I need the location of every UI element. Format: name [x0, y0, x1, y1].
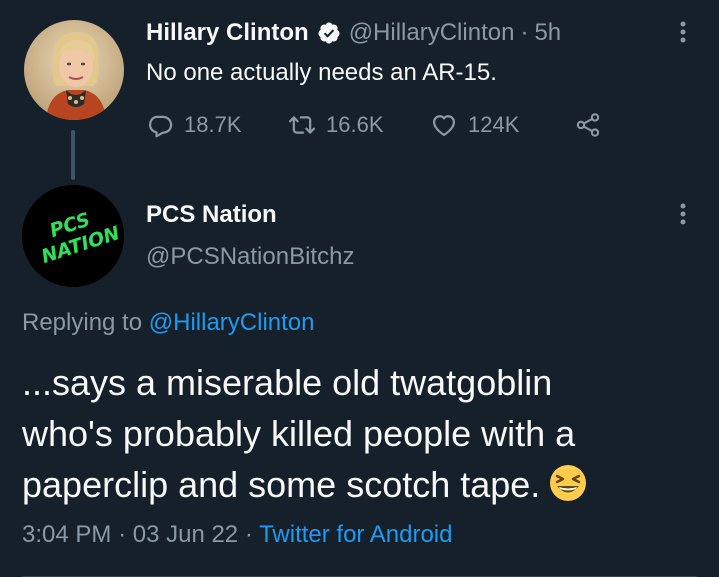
reply-more-dots-icon[interactable]	[671, 199, 695, 229]
like-button[interactable]: 124K	[430, 111, 574, 139]
meta-separator: ·	[118, 521, 127, 548]
meta-separator: ·	[244, 521, 253, 548]
header-separator: ·	[520, 19, 529, 46]
tweet-thread: Hillary Clinton @HillaryClinton · 5h No …	[0, 0, 719, 577]
replying-to-mention-link[interactable]: @HillaryClinton	[149, 309, 315, 336]
reply-button[interactable]: 18.7K	[146, 111, 288, 139]
reply-date[interactable]: 03 Jun 22	[133, 521, 238, 548]
original-handle[interactable]: @HillaryClinton	[349, 16, 515, 50]
share-button[interactable]	[574, 111, 602, 139]
reply-text-line: who's probably killed people with a	[22, 413, 576, 454]
reply-author-handle[interactable]: @PCSNationBitchz	[146, 240, 354, 274]
thread-connector-line	[71, 130, 75, 180]
pcs-nation-logo: PCS NATION	[22, 185, 124, 287]
original-tweet-header: Hillary Clinton @HillaryClinton · 5h	[146, 16, 561, 50]
avatar-portrait-image	[24, 20, 124, 120]
like-count: 124K	[468, 112, 520, 137]
replying-to-label: Replying to	[22, 309, 143, 336]
original-tweet-text: No one actually needs an AR-15.	[146, 59, 497, 86]
original-more-dots-icon[interactable]	[671, 17, 695, 47]
reply-count: 18.7K	[184, 112, 242, 137]
reply-text-line-last: paperclip and some scotch tape.	[22, 459, 702, 510]
retweet-count: 16.6K	[326, 112, 384, 137]
heart-icon	[432, 115, 456, 137]
verified-badge-icon	[317, 21, 341, 45]
reply-tweet-text: ...says a miserable old twatgoblin who's…	[22, 357, 702, 510]
reply-text-line: paperclip and some scotch tape.	[22, 464, 541, 505]
retweet-icon	[288, 116, 316, 134]
hillary-avatar[interactable]	[24, 20, 124, 120]
original-timestamp[interactable]: 5h	[534, 16, 561, 50]
tweet-source-link[interactable]: Twitter for Android	[259, 521, 452, 548]
retweet-button[interactable]: 16.6K	[288, 111, 430, 139]
share-icon	[576, 113, 600, 137]
reply-meta: 3:04 PM · 03 Jun 22 · Twitter for Androi…	[22, 518, 452, 552]
reply-time[interactable]: 3:04 PM	[22, 521, 111, 548]
original-action-bar: 18.7K 16.6K 124K	[146, 108, 602, 142]
original-author-name[interactable]: Hillary Clinton	[146, 16, 309, 50]
pcs-nation-avatar[interactable]: PCS NATION	[22, 185, 124, 287]
reply-bubble-icon	[148, 115, 173, 138]
reply-author-name[interactable]: PCS Nation	[146, 198, 277, 232]
reply-text-line: ...says a miserable old twatgoblin	[22, 362, 553, 403]
replying-to-line: Replying to @HillaryClinton	[22, 306, 315, 340]
grinning-squinting-face-emoji	[548, 463, 588, 503]
